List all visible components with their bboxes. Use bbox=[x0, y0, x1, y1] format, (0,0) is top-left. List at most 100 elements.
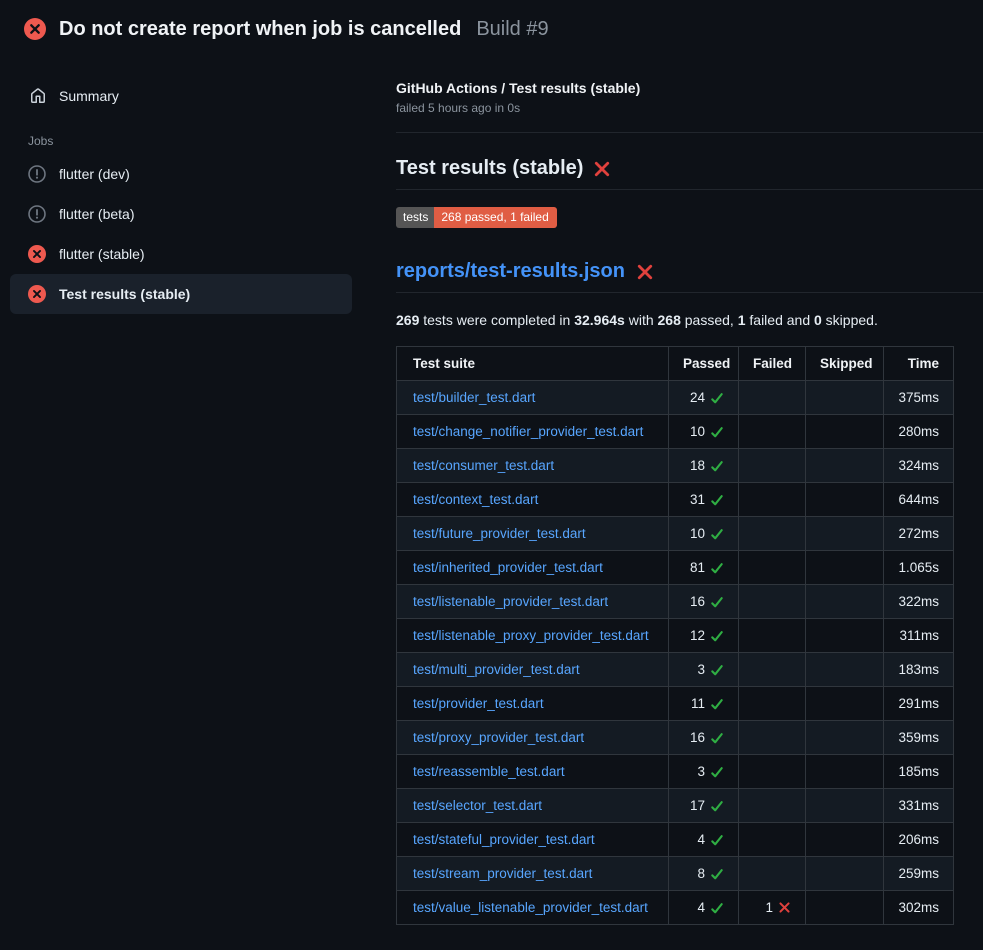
time-value: 183ms bbox=[884, 653, 954, 687]
test-suite-link[interactable]: test/inherited_provider_test.dart bbox=[413, 560, 603, 575]
test-suite-link[interactable]: test/change_notifier_provider_test.dart bbox=[413, 424, 643, 439]
passed-value: 8 bbox=[697, 866, 705, 881]
failed-count: 1 bbox=[738, 312, 746, 328]
table-row: test/listenable_provider_test.dart 16 bbox=[397, 585, 954, 619]
check-icon bbox=[710, 663, 724, 677]
cross-icon bbox=[778, 901, 791, 914]
sidebar-item-summary[interactable]: Summary bbox=[10, 78, 352, 114]
test-suite-link[interactable]: test/context_test.dart bbox=[413, 492, 538, 507]
test-suite-link[interactable]: test/value_listenable_provider_test.dart bbox=[413, 900, 648, 915]
time-value: 259ms bbox=[884, 857, 954, 891]
job-label: flutter (stable) bbox=[59, 246, 145, 262]
table-row: test/selector_test.dart 17 bbox=[397, 789, 954, 823]
failed-value: 1 bbox=[765, 900, 773, 915]
check-icon bbox=[710, 867, 724, 881]
table-row: test/builder_test.dart 24 bbox=[397, 381, 954, 415]
time-value: 324ms bbox=[884, 449, 954, 483]
jobs-section-label: Jobs bbox=[10, 134, 352, 148]
test-suite-link[interactable]: test/future_provider_test.dart bbox=[413, 526, 586, 541]
table-row: test/proxy_provider_test.dart 16 bbox=[397, 721, 954, 755]
run-failed-icon bbox=[24, 18, 46, 40]
passed-value: 3 bbox=[697, 662, 705, 677]
table-row: test/change_notifier_provider_test.dart … bbox=[397, 415, 954, 449]
time-value: 311ms bbox=[884, 619, 954, 653]
sidebar-job-item[interactable]: flutter (beta) bbox=[10, 194, 352, 234]
table-row: test/future_provider_test.dart 10 bbox=[397, 517, 954, 551]
passed-value: 11 bbox=[691, 696, 705, 711]
sidebar-job-item[interactable]: Test results (stable) bbox=[10, 274, 352, 314]
passed-value: 16 bbox=[690, 594, 705, 609]
test-suite-link[interactable]: test/consumer_test.dart bbox=[413, 458, 554, 473]
test-suite-link[interactable]: test/provider_test.dart bbox=[413, 696, 544, 711]
build-number: Build #9 bbox=[476, 18, 548, 41]
test-suite-link[interactable]: test/stream_provider_test.dart bbox=[413, 866, 592, 881]
sidebar-job-item[interactable]: flutter (stable) bbox=[10, 234, 352, 274]
test-suite-link[interactable]: test/listenable_provider_test.dart bbox=[413, 594, 608, 609]
sidebar-job-item[interactable]: flutter (dev) bbox=[10, 154, 352, 194]
badge-value: 268 passed, 1 failed bbox=[434, 207, 556, 228]
time-value: 185ms bbox=[884, 755, 954, 789]
duration: 32.964s bbox=[574, 312, 625, 328]
passed-value: 24 bbox=[690, 390, 705, 405]
passed-value: 16 bbox=[690, 730, 705, 745]
passed-value: 10 bbox=[690, 424, 705, 439]
passed-value: 4 bbox=[697, 832, 705, 847]
total-count: 269 bbox=[396, 312, 419, 328]
passed-value: 10 bbox=[690, 526, 705, 541]
table-row: test/reassemble_test.dart 3 bbox=[397, 755, 954, 789]
time-value: 206ms bbox=[884, 823, 954, 857]
col-time: Time bbox=[884, 347, 954, 381]
passed-value: 17 bbox=[690, 798, 705, 813]
table-row: test/listenable_proxy_provider_test.dart… bbox=[397, 619, 954, 653]
sidebar: Summary Jobs bbox=[10, 56, 352, 314]
time-value: 644ms bbox=[884, 483, 954, 517]
job-failed-icon bbox=[28, 285, 46, 303]
report-failed-cross-icon bbox=[636, 263, 654, 281]
section-title: Test results (stable) bbox=[396, 157, 583, 180]
test-suite-link[interactable]: test/reassemble_test.dart bbox=[413, 764, 565, 779]
sidebar-summary-label: Summary bbox=[59, 88, 119, 104]
page-title: Do not create report when job is cancell… bbox=[59, 18, 461, 41]
test-suite-link[interactable]: test/listenable_proxy_provider_test.dart bbox=[413, 628, 649, 643]
check-icon bbox=[710, 697, 724, 711]
check-icon bbox=[710, 833, 724, 847]
home-icon bbox=[30, 88, 46, 104]
job-label: flutter (beta) bbox=[59, 206, 134, 222]
divider bbox=[396, 132, 983, 133]
test-suite-link[interactable]: test/multi_provider_test.dart bbox=[413, 662, 580, 677]
table-row: test/consumer_test.dart 18 bbox=[397, 449, 954, 483]
check-icon bbox=[710, 629, 724, 643]
time-value: 280ms bbox=[884, 415, 954, 449]
check-icon bbox=[710, 493, 724, 507]
report-heading: reports/test-results.json bbox=[396, 260, 983, 293]
time-value: 302ms bbox=[884, 891, 954, 925]
check-icon bbox=[710, 391, 724, 405]
check-icon bbox=[710, 765, 724, 779]
job-cancelled-icon bbox=[28, 205, 46, 223]
time-value: 322ms bbox=[884, 585, 954, 619]
check-icon bbox=[710, 425, 724, 439]
skipped-count: 0 bbox=[814, 312, 822, 328]
time-value: 359ms bbox=[884, 721, 954, 755]
test-suite-link[interactable]: test/stateful_provider_test.dart bbox=[413, 832, 595, 847]
job-label: flutter (dev) bbox=[59, 166, 130, 182]
table-row: test/stateful_provider_test.dart 4 bbox=[397, 823, 954, 857]
col-test-suite: Test suite bbox=[397, 347, 669, 381]
col-passed: Passed bbox=[669, 347, 739, 381]
check-icon bbox=[710, 595, 724, 609]
status-line: failed 5 hours ago in 0s bbox=[396, 101, 983, 115]
passed-value: 81 bbox=[690, 560, 705, 575]
passed-value: 18 bbox=[690, 458, 705, 473]
table-row: test/multi_provider_test.dart 3 bbox=[397, 653, 954, 687]
tests-status-badge: tests 268 passed, 1 failed bbox=[396, 207, 557, 228]
passed-value: 31 bbox=[690, 492, 705, 507]
time-value: 1.065s bbox=[884, 551, 954, 585]
test-suite-link[interactable]: test/proxy_provider_test.dart bbox=[413, 730, 584, 745]
passed-count: 268 bbox=[658, 312, 681, 328]
check-icon bbox=[710, 799, 724, 813]
report-link[interactable]: reports/test-results.json bbox=[396, 260, 625, 283]
test-suite-link[interactable]: test/builder_test.dart bbox=[413, 390, 535, 405]
test-suite-link[interactable]: test/selector_test.dart bbox=[413, 798, 542, 813]
test-results-table: Test suite Passed Failed Skipped Time te… bbox=[396, 346, 954, 925]
check-icon bbox=[710, 459, 724, 473]
